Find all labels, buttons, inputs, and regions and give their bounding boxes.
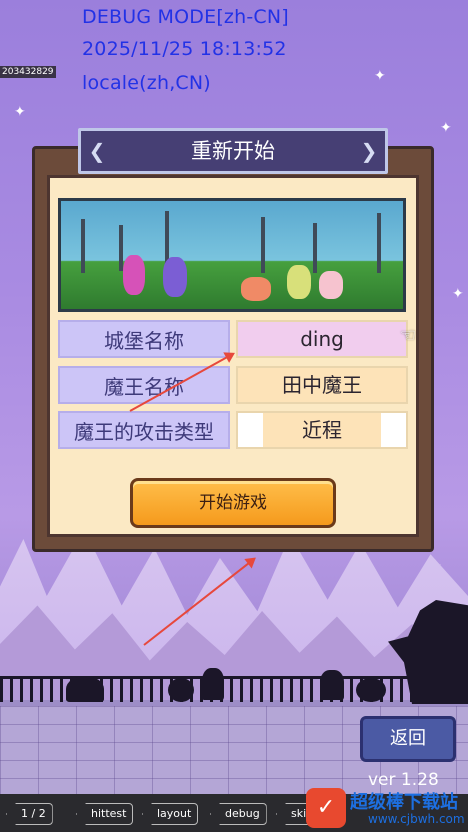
pointer-hand-icon: ☜ — [400, 325, 417, 346]
monster-silhouette — [356, 678, 386, 702]
attack-type-value: 近程 — [263, 413, 381, 447]
monster-silhouette — [168, 678, 194, 702]
plant-character — [287, 265, 311, 299]
castle-name-input[interactable]: ding — [236, 320, 408, 358]
dead-tree — [313, 223, 317, 273]
debug-id-label: 203432829 — [0, 66, 56, 78]
monster-silhouette — [66, 676, 104, 702]
watermark-url: www.cjbwh.com — [368, 812, 465, 826]
dialog-title: 重新开始 — [191, 139, 275, 163]
dialog-title-bar: ❮ 重新开始 ❯ — [78, 128, 388, 174]
slime-character — [241, 277, 271, 301]
attack-type-row: 魔王的攻击类型 近程 — [58, 411, 408, 449]
preview-scene — [58, 198, 406, 312]
bunny-silhouette — [202, 668, 224, 700]
star-icon: ✦ — [14, 104, 26, 120]
bunny-character — [319, 271, 343, 299]
bunny-silhouette — [320, 670, 344, 700]
right-ornament-icon: ❯ — [360, 139, 378, 163]
dead-tree — [81, 219, 85, 273]
hero-character — [123, 255, 145, 295]
layout-button[interactable]: layout — [142, 803, 199, 825]
demon-king-name-row: 魔王名称 田中魔王 — [58, 366, 408, 404]
dead-tree — [377, 213, 381, 273]
attack-type-select-box[interactable]: 近程 — [236, 411, 408, 449]
star-icon: ✦ — [440, 120, 452, 136]
left-ornament-icon: ❮ — [88, 139, 106, 163]
site-watermark: ✓ 超级棒下载站 www.cjbwh.com — [306, 784, 468, 832]
debug-locale-text: locale(zh,CN) — [82, 72, 211, 94]
attack-type-label: 魔王的攻击类型 — [58, 411, 230, 449]
castle-name-label: 城堡名称 — [58, 320, 230, 358]
debug-mode-text: DEBUG MODE[zh-CN] — [82, 6, 289, 28]
start-game-button[interactable]: 开始游戏 — [130, 478, 336, 528]
demon-king-name-label: 魔王名称 — [58, 366, 230, 404]
page-indicator[interactable]: 1 / 2 — [6, 803, 53, 825]
dead-tree — [261, 217, 265, 273]
star-icon: ✦ — [452, 286, 464, 302]
debug-datetime-text: 2025/11/25 18:13:52 — [82, 38, 287, 60]
back-button[interactable]: 返回 — [360, 716, 456, 762]
hittest-button[interactable]: hittest — [76, 803, 134, 825]
dead-tree — [119, 225, 123, 271]
debug-button[interactable]: debug — [210, 803, 267, 825]
demon-king-name-input[interactable]: 田中魔王 — [236, 366, 408, 404]
watermark-logo-icon: ✓ — [306, 788, 346, 828]
watermark-title: 超级棒下载站 — [350, 792, 458, 813]
knight-character — [163, 257, 187, 297]
star-icon: ✦ — [374, 68, 386, 84]
